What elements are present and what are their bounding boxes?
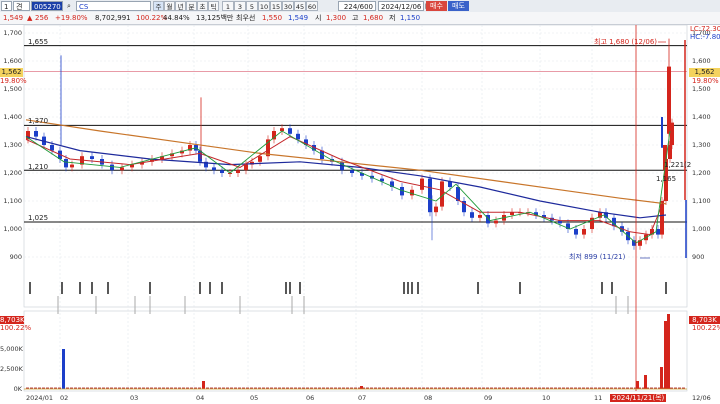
candle-body xyxy=(350,170,354,173)
candle-body xyxy=(410,189,414,196)
price-axis-label-left: 1,500 xyxy=(3,85,22,93)
candle-body xyxy=(236,170,240,173)
candle-body xyxy=(288,128,292,134)
volume-axis-label: 2,500K xyxy=(0,365,23,373)
date-axis-label: 03 xyxy=(130,394,139,402)
candle-body xyxy=(120,167,124,171)
date-axis-label: 12/06 xyxy=(692,394,711,402)
price-axis-label-right: 900 xyxy=(692,253,705,261)
date-axis-label: 09 xyxy=(484,394,493,402)
volume-badge-left: 8,703K xyxy=(0,316,25,324)
price-axis-label-right: 1,200 xyxy=(692,169,711,177)
volume-bar xyxy=(636,381,639,389)
date-axis-label: 08 xyxy=(424,394,433,402)
level-label-1210: 1,210 xyxy=(28,163,49,171)
volume-pct-left: 100.22% xyxy=(0,324,32,332)
candle-body xyxy=(428,178,432,213)
pct-badge-left: 19.80% xyxy=(0,77,27,85)
price-axis-label-left: 1,400 xyxy=(3,113,22,121)
candle-body xyxy=(486,215,490,224)
mid-label-1: 1,221(2 xyxy=(664,161,692,169)
mid-label-2: 1,165 xyxy=(656,175,677,183)
price-axis-label-right: 1,100 xyxy=(692,197,711,205)
candle-body xyxy=(582,229,586,235)
volume-bar xyxy=(62,349,65,389)
volume-axis-label: 5,000K xyxy=(0,345,23,353)
pct-badge-right: 19.80% xyxy=(692,77,719,85)
candle-body xyxy=(470,212,474,218)
candle-body xyxy=(478,215,482,218)
date-axis-label: 07 xyxy=(358,394,367,402)
candle-body xyxy=(110,164,114,171)
current-price-badge-right: 1,562 xyxy=(689,68,720,77)
date-axis-label: 06 xyxy=(306,394,315,402)
price-axis-label-left: 900 xyxy=(9,253,22,261)
date-axis-label: 10 xyxy=(542,394,551,402)
volume-bar xyxy=(660,367,663,389)
candle-body xyxy=(661,117,663,148)
candle-body xyxy=(440,181,444,207)
candle-body xyxy=(494,220,498,224)
candle-body xyxy=(434,206,438,213)
candle-body xyxy=(244,164,248,171)
price-axis-label-left: 1,200 xyxy=(3,169,22,177)
level-label-1370: 1,370 xyxy=(28,117,49,125)
volume-bar xyxy=(664,321,667,389)
moving-average-20 xyxy=(25,136,667,236)
volume-bar xyxy=(644,375,647,389)
candle-body xyxy=(258,156,262,162)
candle-body xyxy=(90,156,94,159)
level-label-1025: 1,025 xyxy=(28,214,49,222)
price-axis-label-left: 1,100 xyxy=(3,197,22,205)
price-axis-label-right: 1,500 xyxy=(692,85,711,93)
price-axis-label-right: 1,600 xyxy=(692,57,711,65)
volume-panel-frame xyxy=(23,310,688,392)
date-axis-label: 04 xyxy=(196,394,205,402)
price-axis-label-left: 1,000 xyxy=(3,225,22,233)
price-axis-label-left: 1,300 xyxy=(3,141,22,149)
price-axis-label-left: 1,700 xyxy=(3,29,22,37)
price-axis-label-left: 1,600 xyxy=(3,57,22,65)
price-chart-svg xyxy=(23,24,688,392)
candle-body xyxy=(220,170,224,173)
candle-body xyxy=(50,145,54,151)
candle-body xyxy=(34,131,38,137)
volume-bar xyxy=(360,386,363,389)
volume-bar xyxy=(667,314,670,389)
date-axis-label: 05 xyxy=(250,394,259,402)
candle-body xyxy=(70,164,74,168)
candle-body xyxy=(296,133,300,140)
candle-body xyxy=(574,229,578,235)
volume-bar xyxy=(202,381,205,389)
moving-average-60 xyxy=(25,136,667,219)
level-label-1655: 1,655 xyxy=(28,38,49,46)
volume-axis-label: 0K xyxy=(13,385,22,393)
candle-body xyxy=(212,167,216,171)
hc-indicator: HC:-7.80 xyxy=(690,33,720,41)
price-axis-label-right: 1,400 xyxy=(692,113,711,121)
candle-body xyxy=(668,145,672,159)
current-price-badge-left: 1,562 xyxy=(0,68,23,77)
price-axis-label-right: 1,000 xyxy=(692,225,711,233)
candle-body xyxy=(64,159,68,168)
price-panel-frame xyxy=(23,24,688,308)
moving-average-5 xyxy=(25,130,671,244)
date-axis-label: 2024/01 xyxy=(26,394,54,402)
high-annotation: 최고 1,680 (12/06) xyxy=(594,38,658,46)
moving-average-120 xyxy=(25,119,667,205)
price-axis-label-right: 1,300 xyxy=(692,141,711,149)
volume-pct-right: 100.22% xyxy=(692,324,720,332)
date-axis-label: 02 xyxy=(60,394,69,402)
low-annotation: 최저 899 (11/21) xyxy=(569,253,626,261)
date-axis-label: 11 xyxy=(594,394,603,402)
volume-badge-right: 8,703K xyxy=(689,316,720,324)
cursor-date-badge: 2024/11/21(목) xyxy=(610,394,667,402)
candle-body xyxy=(420,178,424,190)
lc-indicator: LC:72.30 xyxy=(690,25,720,33)
